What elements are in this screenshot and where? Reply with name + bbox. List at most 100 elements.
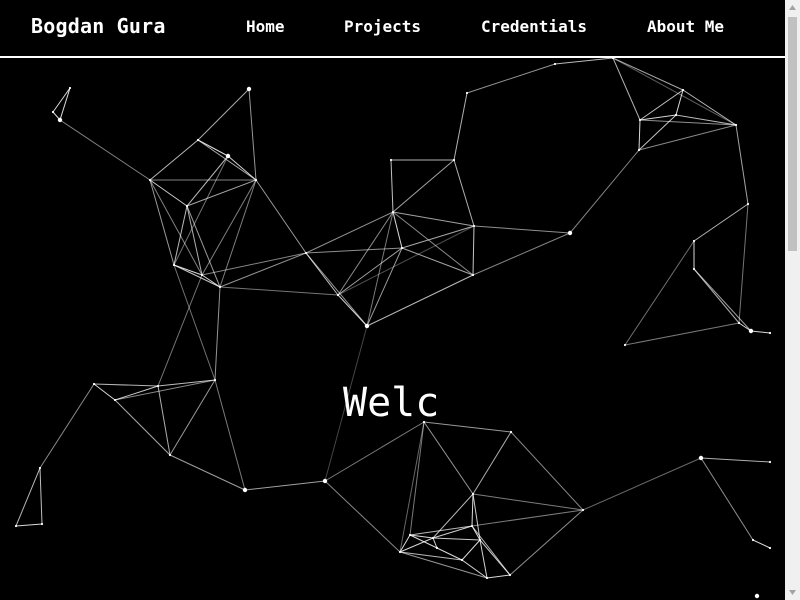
network-node [200,273,204,277]
network-node [389,158,393,162]
network-node [734,123,738,127]
network-node [509,430,513,434]
network-node [254,178,258,182]
network-edge [114,379,216,401]
vertical-scrollbar[interactable] [785,0,800,600]
network-edge [453,159,475,227]
network-node [698,455,704,461]
network-node [508,573,512,577]
network-edge [337,247,403,296]
network-edge [461,559,488,579]
network-node [692,239,696,243]
network-edge [750,330,771,334]
network-node [567,230,573,236]
scroll-up-icon[interactable] [785,0,800,15]
network-edge [59,119,151,181]
nav-link-home[interactable]: Home [246,17,285,36]
network-node [218,285,222,289]
hero-headline: Welc [343,380,440,426]
network-node [768,460,772,464]
brand-logo-text[interactable]: Bogdan Gura [31,14,166,38]
network-edge [173,264,216,381]
network-edge [472,493,584,511]
network-edge [399,421,425,553]
network-node [38,466,42,470]
network-edge [471,525,511,576]
network-edge [612,58,684,91]
network-edge [738,203,749,324]
network-node [581,508,585,512]
network-edge [472,225,475,276]
network-edge [149,139,199,181]
network-edge [15,467,41,527]
network-node [172,263,176,267]
network-node [638,118,642,122]
network-edge [244,480,326,491]
network-node [768,546,772,550]
scrollbar-thumb[interactable] [788,17,797,251]
network-edge [466,63,556,94]
network-edge [219,252,307,288]
network-edge [390,159,394,213]
network-edge [510,431,584,511]
network-node [246,86,252,92]
network-edge [197,139,257,181]
network-edge [453,92,468,161]
network-edge [305,247,403,254]
nav-link-about-me[interactable]: About Me [647,17,724,36]
network-edge [461,539,481,561]
network-edge [582,457,702,511]
network-node [553,62,557,66]
network-edge [248,88,257,181]
network-node [196,138,200,142]
network-edge [337,294,368,327]
network-node [242,487,248,493]
network-node [472,224,476,228]
network-edge [473,225,571,234]
nav-link-credentials[interactable]: Credentials [481,17,587,36]
network-edge [186,205,203,276]
network-node [623,343,627,347]
network-node [681,88,685,92]
network-node [768,331,772,335]
network-edge [700,457,754,541]
network-edge [173,155,229,266]
network-edge [693,203,749,242]
network-edge [93,383,116,401]
network-edge [479,539,488,579]
network-edge [509,509,584,576]
network-edge [39,467,43,525]
network-node [14,524,18,528]
network-edge [149,179,175,266]
network-node [478,538,482,542]
network-node [156,384,160,388]
network-edge [169,379,216,456]
particle-network-background [0,58,785,600]
network-edge [392,159,455,213]
scroll-down-icon[interactable] [785,585,800,600]
network-edge [157,379,216,387]
network-edge [486,574,511,579]
network-edge [169,454,246,491]
network-edge [624,322,740,346]
network-node [674,113,678,117]
network-node [637,148,641,152]
network-edge [366,274,474,327]
network-edge [59,87,71,121]
network-edge [15,523,43,527]
network-node [336,293,340,297]
network-edge [423,421,474,495]
network-edge [366,247,403,327]
network-node [92,382,96,386]
network-edge [399,551,488,579]
network-node [746,202,750,206]
network-edge [735,124,749,205]
nav-link-projects[interactable]: Projects [344,17,421,36]
top-navbar: Bogdan Gura Home Projects Credentials Ab… [0,0,785,58]
network-node [737,321,741,325]
network-node [68,86,72,90]
network-edge [624,240,695,346]
network-edge [700,457,771,463]
particle-network-svg [14,58,772,599]
network-node [391,210,395,214]
